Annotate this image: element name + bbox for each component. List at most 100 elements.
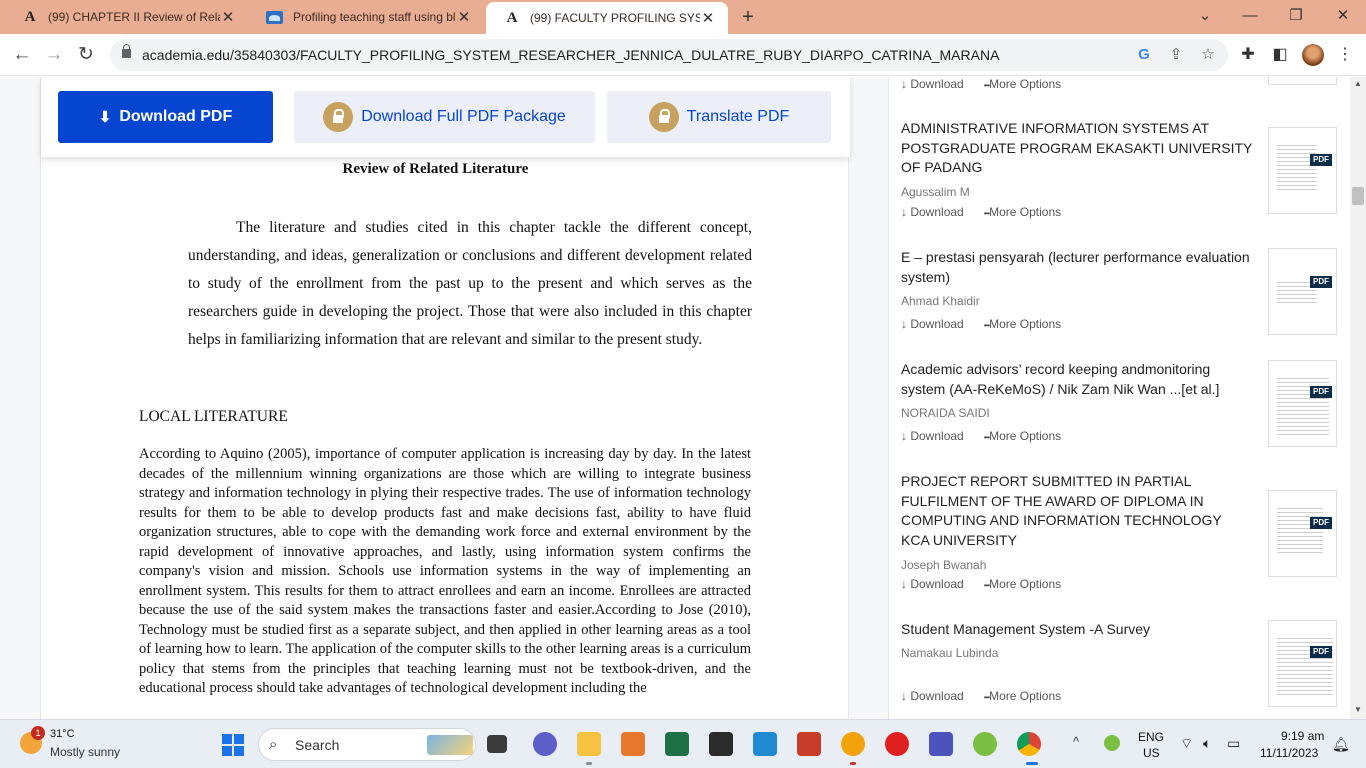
close-tab-icon[interactable]: ✕ — [456, 8, 472, 26]
paper-thumbnail[interactable]: PDF — [1268, 620, 1337, 707]
thumbnail-text-lines — [1277, 375, 1329, 435]
clock-date[interactable]: 11/11/2023 — [1260, 746, 1318, 760]
page-scrollbar[interactable] — [1350, 77, 1366, 719]
menu-kebab-icon[interactable]: ⋮ — [1334, 44, 1356, 66]
image-icon — [266, 10, 283, 24]
scroll-up-icon[interactable]: ▲ — [1352, 79, 1364, 89]
more-options-link[interactable]: More Options — [984, 429, 1061, 443]
clock-time[interactable]: 9:19 am — [1281, 729, 1324, 743]
new-tab-icon[interactable]: + — [737, 6, 759, 28]
paper-author[interactable]: NORAIDA SAIDI — [901, 406, 990, 420]
more-options-link[interactable]: More Options — [984, 689, 1061, 703]
browser-app-icon[interactable] — [841, 732, 865, 756]
download-link[interactable]: Download — [901, 429, 963, 443]
volume-icon[interactable]: 🔈︎ — [1203, 735, 1211, 752]
vscode-icon[interactable] — [753, 732, 777, 756]
more-options-link[interactable]: More Options — [984, 205, 1061, 219]
paper-thumbnail[interactable]: PDF — [1268, 360, 1337, 447]
close-tab-icon[interactable]: ✕ — [700, 9, 716, 27]
pdf-badge: PDF — [1310, 517, 1332, 529]
download-pdf-button[interactable]: ⬇ Download PDF — [58, 91, 273, 143]
download-link[interactable]: Download — [901, 577, 963, 591]
language-region[interactable]: US — [1143, 746, 1160, 760]
active-app-indicator — [1026, 762, 1038, 765]
translate-pdf-button[interactable]: Translate PDF — [607, 91, 831, 143]
paper-author[interactable]: Namakau Lubinda — [901, 646, 998, 660]
weather-description[interactable]: Mostly sunny — [50, 745, 120, 759]
opera-icon[interactable] — [885, 732, 909, 756]
extensions-icon[interactable]: ✚ — [1237, 44, 1259, 66]
profile-avatar[interactable] — [1302, 44, 1324, 66]
tab-profiling-teaching[interactable]: Profiling teaching staff using ble ✕ — [248, 0, 484, 34]
paper-title[interactable]: PROJECT REPORT SUBMITTED IN PARTIAL FULF… — [901, 472, 1253, 550]
chrome-icon[interactable] — [1017, 732, 1041, 756]
notification-bell-icon[interactable]: 🔔︎ — [1332, 736, 1350, 753]
language-indicator[interactable]: ENG — [1138, 730, 1164, 744]
battery-icon[interactable]: ▭ — [1227, 735, 1240, 752]
paper-title[interactable]: ADMINISTRATIVE INFORMATION SYSTEMS AT PO… — [901, 119, 1253, 178]
download-link[interactable]: Download — [901, 205, 963, 219]
restore-icon[interactable]: ❐ — [1284, 5, 1308, 27]
download-link[interactable]: Download — [901, 77, 963, 91]
windows-start-icon[interactable] — [222, 734, 244, 756]
google-lens-icon[interactable]: G — [1134, 45, 1154, 65]
scroll-down-icon[interactable]: ▼ — [1352, 705, 1364, 715]
green-cross-app-icon[interactable] — [973, 732, 997, 756]
task-view-icon[interactable] — [487, 735, 507, 753]
url-text[interactable]: academia.edu/35840303/FACULTY_PROFILING_… — [142, 47, 999, 63]
address-bar[interactable]: academia.edu/35840303/FACULTY_PROFILING_… — [110, 39, 1228, 71]
excel-icon[interactable] — [665, 732, 689, 756]
more-options-link[interactable]: More Options — [984, 577, 1061, 591]
document-action-bar: ⬇ Download PDF Download Full PDF Package… — [41, 77, 850, 157]
xampp-icon[interactable] — [621, 732, 645, 756]
notification-badge: 1 — [31, 726, 45, 740]
tab-chapter-ii[interactable]: A (99) CHAPTER II Review of Relate ✕ — [4, 0, 248, 34]
wifi-icon[interactable]: ⌔ — [1180, 735, 1193, 753]
download-package-label: Download Full PDF Package — [361, 108, 566, 125]
paper-thumbnail[interactable]: PDF — [1268, 490, 1337, 577]
paper-thumbnail[interactable]: PDF — [1268, 248, 1337, 335]
chevron-up-icon[interactable]: ^ — [1073, 734, 1079, 749]
weather-temperature[interactable]: 31°C — [50, 728, 75, 740]
tab-faculty-profiling[interactable]: A (99) FACULTY PROFILING SYSTEM ✕ — [486, 2, 728, 34]
download-package-button[interactable]: Download Full PDF Package — [294, 91, 595, 143]
running-indicator — [586, 762, 592, 765]
taskbar-search-box[interactable]: ⌕ Search — [258, 728, 476, 761]
chat-icon[interactable] — [533, 732, 557, 756]
teams-icon[interactable] — [929, 732, 953, 756]
paper-author[interactable]: Ahmad Khaidir — [901, 294, 980, 308]
file-explorer-icon[interactable] — [577, 732, 601, 756]
paper-title[interactable]: E – prestasi pensyarah (lecturer perform… — [901, 248, 1253, 287]
forward-icon[interactable]: → — [42, 43, 66, 67]
paper-title[interactable]: Student Management System -A Survey — [901, 620, 1253, 640]
download-pdf-label: Download PDF — [119, 108, 233, 125]
download-link[interactable]: Download — [901, 689, 963, 703]
more-options-link[interactable]: More Options — [984, 317, 1061, 331]
close-window-icon[interactable]: ✕ — [1331, 5, 1355, 27]
back-icon[interactable]: ← — [10, 43, 34, 67]
tab-search-chevron-icon[interactable]: ⌄ — [1193, 5, 1217, 27]
paper-author[interactable]: Joseph Bwanah — [901, 558, 986, 572]
reload-icon[interactable]: ↻ — [74, 43, 98, 67]
tray-app-icon[interactable] — [1104, 735, 1120, 751]
windows-taskbar: 1 31°C Mostly sunny ⌕ Search ^ ENG US ⌔ … — [0, 719, 1366, 768]
close-tab-icon[interactable]: ✕ — [220, 8, 236, 26]
sublime-text-icon[interactable] — [709, 732, 733, 756]
lock-icon[interactable] — [122, 44, 131, 58]
wps-office-icon[interactable] — [797, 732, 821, 756]
paper-title[interactable]: Academic advisors’ record keeping andmon… — [901, 360, 1253, 399]
minimize-icon[interactable]: — — [1238, 5, 1262, 27]
academia-icon: A — [24, 8, 36, 25]
share-icon[interactable]: ⇪ — [1166, 45, 1186, 65]
paper-thumbnail[interactable] — [1268, 77, 1337, 85]
browser-tab-strip: A (99) CHAPTER II Review of Relate ✕ Pro… — [0, 0, 1366, 34]
pdf-badge: PDF — [1310, 276, 1332, 288]
more-options-link[interactable]: More Options — [984, 77, 1061, 91]
paper-author[interactable]: Agussalim M — [901, 185, 970, 199]
side-panel-icon[interactable]: ◧ — [1269, 44, 1291, 66]
download-link[interactable]: Download — [901, 317, 963, 331]
bookmark-star-icon[interactable]: ☆ — [1198, 45, 1218, 65]
paper-thumbnail[interactable]: PDF — [1268, 127, 1337, 214]
scrollbar-thumb[interactable] — [1352, 187, 1364, 205]
card-actions: Download More Options — [901, 77, 1061, 91]
